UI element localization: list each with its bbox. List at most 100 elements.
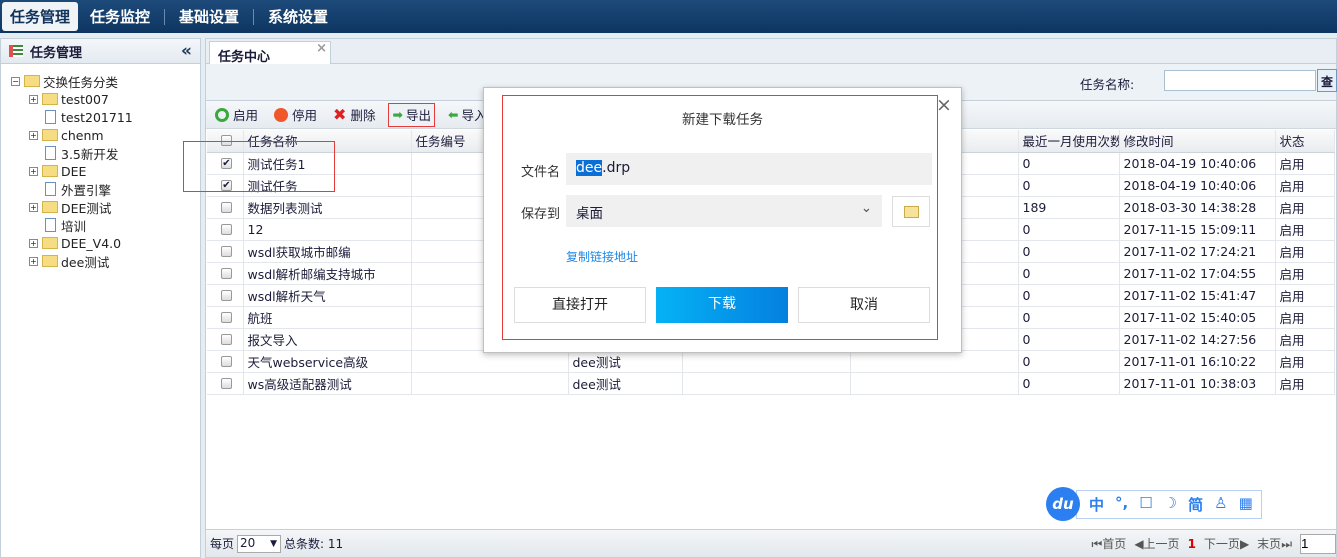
expand-toggle-icon[interactable]: + bbox=[29, 256, 38, 266]
column-header[interactable]: 修改时间 bbox=[1119, 130, 1276, 153]
ime-item-icon[interactable]: °, bbox=[1115, 494, 1128, 515]
prev-page-button[interactable]: ◀上一页 bbox=[1134, 535, 1179, 552]
status: 启用 bbox=[1275, 372, 1335, 395]
nav-basic-settings[interactable]: 基础设置 bbox=[171, 2, 247, 31]
cell bbox=[850, 350, 1019, 373]
nav-task-management[interactable]: 任务管理 bbox=[2, 2, 79, 31]
checkbox[interactable] bbox=[221, 201, 232, 213]
checkbox[interactable] bbox=[221, 245, 232, 257]
expand-toggle-icon[interactable]: + bbox=[29, 238, 38, 248]
modified-time: 2017-11-15 15:09:11 bbox=[1119, 218, 1276, 241]
row-select[interactable] bbox=[207, 328, 244, 351]
close-icon[interactable]: × bbox=[936, 94, 952, 116]
saveto-select[interactable]: 桌面 ⌄ bbox=[566, 195, 882, 227]
per-page-select[interactable]: 20 ▼ bbox=[237, 534, 282, 553]
expand-toggle-icon[interactable]: + bbox=[29, 94, 38, 104]
tab-task-center[interactable]: 任务中心 × bbox=[209, 41, 331, 65]
close-tab-icon[interactable]: × bbox=[316, 41, 327, 56]
row-select[interactable] bbox=[207, 306, 244, 329]
label: 停用 bbox=[292, 108, 318, 123]
nav-system-settings[interactable]: 系统设置 bbox=[260, 2, 336, 31]
label: 末页 bbox=[1257, 537, 1282, 551]
ime-item-icon[interactable]: 中 bbox=[1089, 494, 1104, 515]
ime-item-icon[interactable]: ♙ bbox=[1214, 494, 1227, 515]
delete-button[interactable]: ✖ 删除 bbox=[330, 103, 378, 127]
row-select[interactable] bbox=[207, 240, 244, 263]
ime-item-icon[interactable]: 简 bbox=[1188, 494, 1203, 515]
table-row[interactable]: 天气webservice高级 dee测试 0 2017-11-01 16:10:2… bbox=[207, 350, 1335, 373]
column-header[interactable]: 状态 bbox=[1275, 130, 1335, 153]
search-label: 任务名称: bbox=[1080, 77, 1135, 92]
tree-node[interactable]: 外置引擎 bbox=[1, 180, 200, 198]
usage-count: 0 bbox=[1018, 262, 1120, 285]
checkbox[interactable] bbox=[221, 223, 232, 235]
expand-toggle-icon[interactable]: + bbox=[29, 202, 38, 212]
checkbox[interactable] bbox=[221, 333, 232, 345]
modified-time: 2017-11-02 14:27:56 bbox=[1119, 328, 1276, 351]
checkbox[interactable] bbox=[221, 311, 232, 323]
usage-count: 0 bbox=[1018, 306, 1120, 329]
selection-highlight bbox=[183, 141, 335, 192]
expand-toggle-icon[interactable]: + bbox=[29, 166, 38, 176]
tree-node[interactable]: − 交换任务分类 bbox=[1, 72, 200, 90]
folder-icon bbox=[42, 129, 58, 141]
task-group: dee测试 bbox=[568, 372, 683, 395]
tree-node[interactable]: test201711 bbox=[1, 108, 200, 126]
ime-item-icon[interactable]: ▦ bbox=[1239, 494, 1253, 515]
checkbox[interactable] bbox=[221, 289, 232, 301]
enable-button[interactable]: 启用 bbox=[212, 103, 261, 127]
status: 启用 bbox=[1275, 196, 1335, 219]
nav-task-monitor[interactable]: 任务监控 bbox=[82, 2, 158, 31]
per-page-value: 20 bbox=[240, 535, 256, 550]
row-select[interactable] bbox=[207, 262, 244, 285]
tree-node[interactable]: 培训 bbox=[1, 216, 200, 234]
checkbox[interactable] bbox=[221, 267, 232, 279]
row-select[interactable] bbox=[207, 350, 244, 373]
expand-toggle-icon[interactable]: + bbox=[29, 130, 38, 140]
search-button[interactable]: 查 bbox=[1317, 69, 1337, 92]
task-name: ws高级适配器测试 bbox=[243, 372, 412, 395]
tree-node[interactable]: + test007 bbox=[1, 90, 200, 108]
ime-item-icon[interactable]: ☽ bbox=[1164, 494, 1177, 515]
status: 启用 bbox=[1275, 306, 1335, 329]
task-name-search-input[interactable] bbox=[1164, 70, 1316, 91]
tree-node[interactable]: + chenm bbox=[1, 126, 200, 144]
modified-time: 2018-03-30 14:38:28 bbox=[1119, 196, 1276, 219]
tree-node[interactable]: + DEE bbox=[1, 162, 200, 180]
per-page-label: 每页 bbox=[210, 537, 235, 551]
row-select[interactable] bbox=[207, 284, 244, 307]
ime-logo[interactable]: du bbox=[1046, 487, 1080, 521]
tree-node[interactable]: 3.5新开发 bbox=[1, 144, 200, 162]
table-row[interactable]: ws高级适配器测试 dee测试 0 2017-11-01 10:38:03 启用 bbox=[207, 372, 1335, 395]
top-nav: 任务管理 任务监控 基础设置 系统设置 bbox=[0, 0, 1337, 33]
folder-icon bbox=[42, 93, 58, 105]
cancel-button[interactable]: 取消 bbox=[798, 287, 930, 323]
tree-node-label: 外置引擎 bbox=[61, 182, 112, 198]
usage-count: 0 bbox=[1018, 284, 1120, 307]
export-button[interactable]: ➡ 导出 bbox=[388, 102, 435, 127]
copy-link[interactable]: 复制链接地址 bbox=[566, 248, 638, 265]
row-select[interactable] bbox=[207, 218, 244, 241]
disable-button[interactable]: 停用 bbox=[271, 103, 320, 127]
open-directly-button[interactable]: 直接打开 bbox=[514, 287, 646, 323]
collapse-toggle-icon[interactable]: − bbox=[11, 76, 20, 86]
tree-node[interactable]: + DEE测试 bbox=[1, 198, 200, 216]
modified-time: 2018-04-19 10:40:06 bbox=[1119, 174, 1276, 197]
last-page-button[interactable]: 末页⏭ bbox=[1257, 535, 1292, 552]
first-page-button[interactable]: ⏮首页 bbox=[1091, 535, 1126, 552]
collapse-icon[interactable]: « bbox=[181, 41, 192, 61]
page-input[interactable] bbox=[1300, 533, 1336, 554]
filename-input[interactable]: dee.drp bbox=[566, 153, 932, 185]
row-select[interactable] bbox=[207, 196, 244, 219]
column-header[interactable]: 最近一月使用次数 bbox=[1018, 130, 1120, 153]
filename-ext: .drp bbox=[602, 160, 631, 176]
ime-item-icon[interactable]: ☐ bbox=[1139, 494, 1152, 515]
download-button[interactable]: 下载 bbox=[656, 287, 788, 323]
checkbox[interactable] bbox=[221, 355, 232, 367]
next-page-button[interactable]: 下一页▶ bbox=[1204, 535, 1249, 552]
checkbox[interactable] bbox=[221, 377, 232, 389]
tree-node[interactable]: + DEE_V4.0 bbox=[1, 234, 200, 252]
tree-node[interactable]: + dee测试 bbox=[1, 252, 200, 270]
browse-folder-button[interactable] bbox=[892, 196, 930, 227]
row-select[interactable] bbox=[207, 372, 244, 395]
